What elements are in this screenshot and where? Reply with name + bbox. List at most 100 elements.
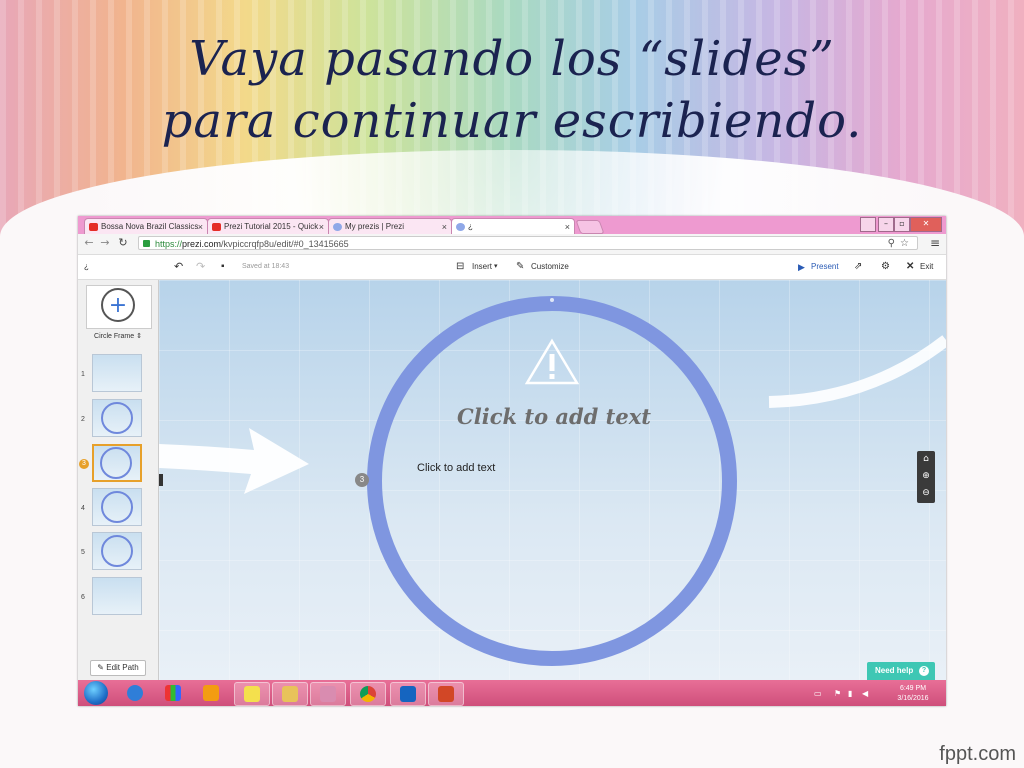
slide-thumbnail-1[interactable] (92, 354, 142, 392)
close-icon[interactable]: × (442, 219, 447, 234)
prezi-icon (333, 223, 342, 231)
file-explorer-icon[interactable] (272, 682, 308, 706)
brush-icon: ✎ (516, 261, 525, 272)
screenshot: Bossa Nova Brazil Classics × Prezi Tutor… (78, 216, 946, 706)
tab-label: ¿ (468, 222, 473, 231)
url-protocol: https:// (155, 239, 183, 249)
lock-icon (143, 240, 150, 247)
paint-icon[interactable] (310, 682, 346, 706)
sticky-notes-icon[interactable] (234, 682, 270, 706)
close-icon[interactable]: × (565, 219, 570, 234)
chevron-down-icon: ▾ (494, 263, 498, 270)
thumb-number-selected: 3 (79, 459, 89, 469)
zoom-in-icon[interactable]: ⊕ (917, 468, 935, 485)
chevron-updown-icon: ⇕ (136, 333, 142, 340)
close-icon[interactable]: × (319, 219, 324, 234)
browser-tab-4-active[interactable]: ¿ × (451, 218, 575, 234)
undo-icon[interactable]: ↶ (174, 255, 183, 279)
chrome-icon[interactable] (350, 682, 386, 706)
windows-start-button[interactable] (84, 681, 108, 705)
browser-tab-2[interactable]: Prezi Tutorial 2015 - Quick × (207, 218, 329, 234)
thumb-number: 4 (81, 505, 85, 512)
arrow-graphic (159, 428, 309, 494)
browser-tab-bar: Bossa Nova Brazil Classics × Prezi Tutor… (78, 216, 946, 234)
tab-label: Prezi Tutorial 2015 - Quick (224, 222, 319, 231)
thumb-circle (101, 402, 133, 434)
reload-icon[interactable]: ↻ (116, 236, 130, 250)
thumb-circle (101, 491, 133, 523)
need-help-label: Need help (875, 666, 914, 675)
volume-icon[interactable]: ◀ (862, 689, 868, 698)
back-arrow-icon[interactable]: ← (82, 236, 96, 250)
gear-icon[interactable]: ⚙ (881, 255, 890, 279)
slide-thumbnail-4[interactable] (92, 488, 142, 526)
user-icon[interactable] (860, 217, 876, 232)
title-placeholder[interactable]: Click to add text (424, 404, 684, 429)
zoom-icon[interactable]: ⚲ (888, 237, 895, 251)
prezi-icon (456, 223, 465, 231)
url-input[interactable]: https://prezi.com/kvpiccrqfp8u/edit/#0_1… (138, 236, 918, 250)
prezi-canvas[interactable]: Click to add text Click to add text 3 ⌂ … (159, 280, 946, 680)
pencil-icon: ✎ (97, 663, 104, 672)
path-point-number[interactable]: 3 (355, 473, 369, 487)
exit-button[interactable]: Exit (920, 255, 933, 279)
insert-menu[interactable]: Insert (472, 255, 492, 279)
thumb-circle (101, 535, 133, 567)
restore-button[interactable]: ▫ (894, 217, 910, 232)
browser-tab-3[interactable]: My prezis | Prezi × (328, 218, 452, 234)
warning-icon (525, 338, 579, 385)
edit-path-label: Edit Path (106, 663, 139, 672)
network-icon[interactable]: ▮ (848, 689, 852, 698)
plus-icon: + (101, 288, 135, 322)
clock-date: 3/16/2016 (897, 695, 929, 702)
keyboard-icon[interactable]: ▭ (814, 689, 822, 698)
app-grid-icon[interactable] (156, 682, 190, 704)
body-placeholder[interactable]: Click to add text (417, 462, 495, 474)
powerpoint-icon[interactable] (428, 682, 464, 706)
minimize-button[interactable]: – (878, 217, 894, 232)
curve-arrow-graphic (768, 335, 946, 408)
frame-type-select[interactable]: Circle Frame ⇕ (78, 332, 158, 340)
window-close-button[interactable]: ✕ (910, 217, 942, 232)
thumb-number: 5 (81, 549, 85, 556)
close-icon[interactable]: × (198, 219, 203, 234)
new-tab-button[interactable] (575, 220, 605, 234)
present-button[interactable]: Present (811, 255, 839, 279)
thumb-number: 2 (81, 416, 85, 423)
slide-thumbnail-6[interactable] (92, 577, 142, 615)
flag-icon[interactable]: ⚑ (834, 689, 841, 698)
slide-thumbnail-5[interactable] (92, 532, 142, 570)
save-icon[interactable]: ▪ (221, 255, 225, 279)
document-title[interactable]: ¿ (84, 255, 89, 279)
frame-type-label: Circle Frame (94, 333, 135, 340)
saved-status: Saved at 18:43 (242, 263, 290, 270)
bookmark-star-icon[interactable]: ☆ (900, 237, 909, 251)
browser-tab-1[interactable]: Bossa Nova Brazil Classics × (84, 218, 208, 234)
slide-title-line-1: Vaya pasando los “slides” (189, 31, 835, 87)
play-icon: ▶ (798, 262, 805, 272)
url-host: prezi.com (182, 239, 222, 249)
menu-icon[interactable]: ≡ (930, 236, 940, 250)
slide-thumbnail-2[interactable] (92, 399, 142, 437)
need-help-button[interactable]: Need help ? (867, 662, 935, 680)
share-icon[interactable]: ⇗ (854, 255, 862, 279)
slide-thumbnail-3[interactable] (92, 444, 142, 482)
forward-arrow-icon[interactable]: → (98, 236, 112, 250)
browser-address-bar: ← → ↻ https://prezi.com/kvpiccrqfp8u/edi… (78, 234, 946, 255)
add-frame-button[interactable]: + (86, 285, 152, 329)
outlook-icon[interactable] (390, 682, 426, 706)
internet-explorer-icon[interactable] (118, 682, 152, 704)
redo-icon[interactable]: ↷ (196, 255, 205, 279)
youtube-icon (89, 223, 98, 231)
clock-time: 6:49 PM (899, 685, 927, 692)
tray-clock[interactable]: 6:49 PM 3/16/2016 (888, 684, 938, 706)
home-icon[interactable]: ⌂ (917, 451, 935, 468)
zoom-out-icon[interactable]: ⊖ (917, 485, 935, 502)
tab-label: Bossa Nova Brazil Classics (101, 222, 199, 231)
edit-path-button[interactable]: ✎ Edit Path (90, 660, 146, 676)
insert-icon: ⊟ (456, 261, 465, 272)
media-player-icon[interactable] (194, 682, 228, 704)
thumb-circle (100, 447, 132, 479)
frame-handle[interactable] (550, 298, 554, 302)
customize-button[interactable]: Customize (531, 255, 569, 279)
